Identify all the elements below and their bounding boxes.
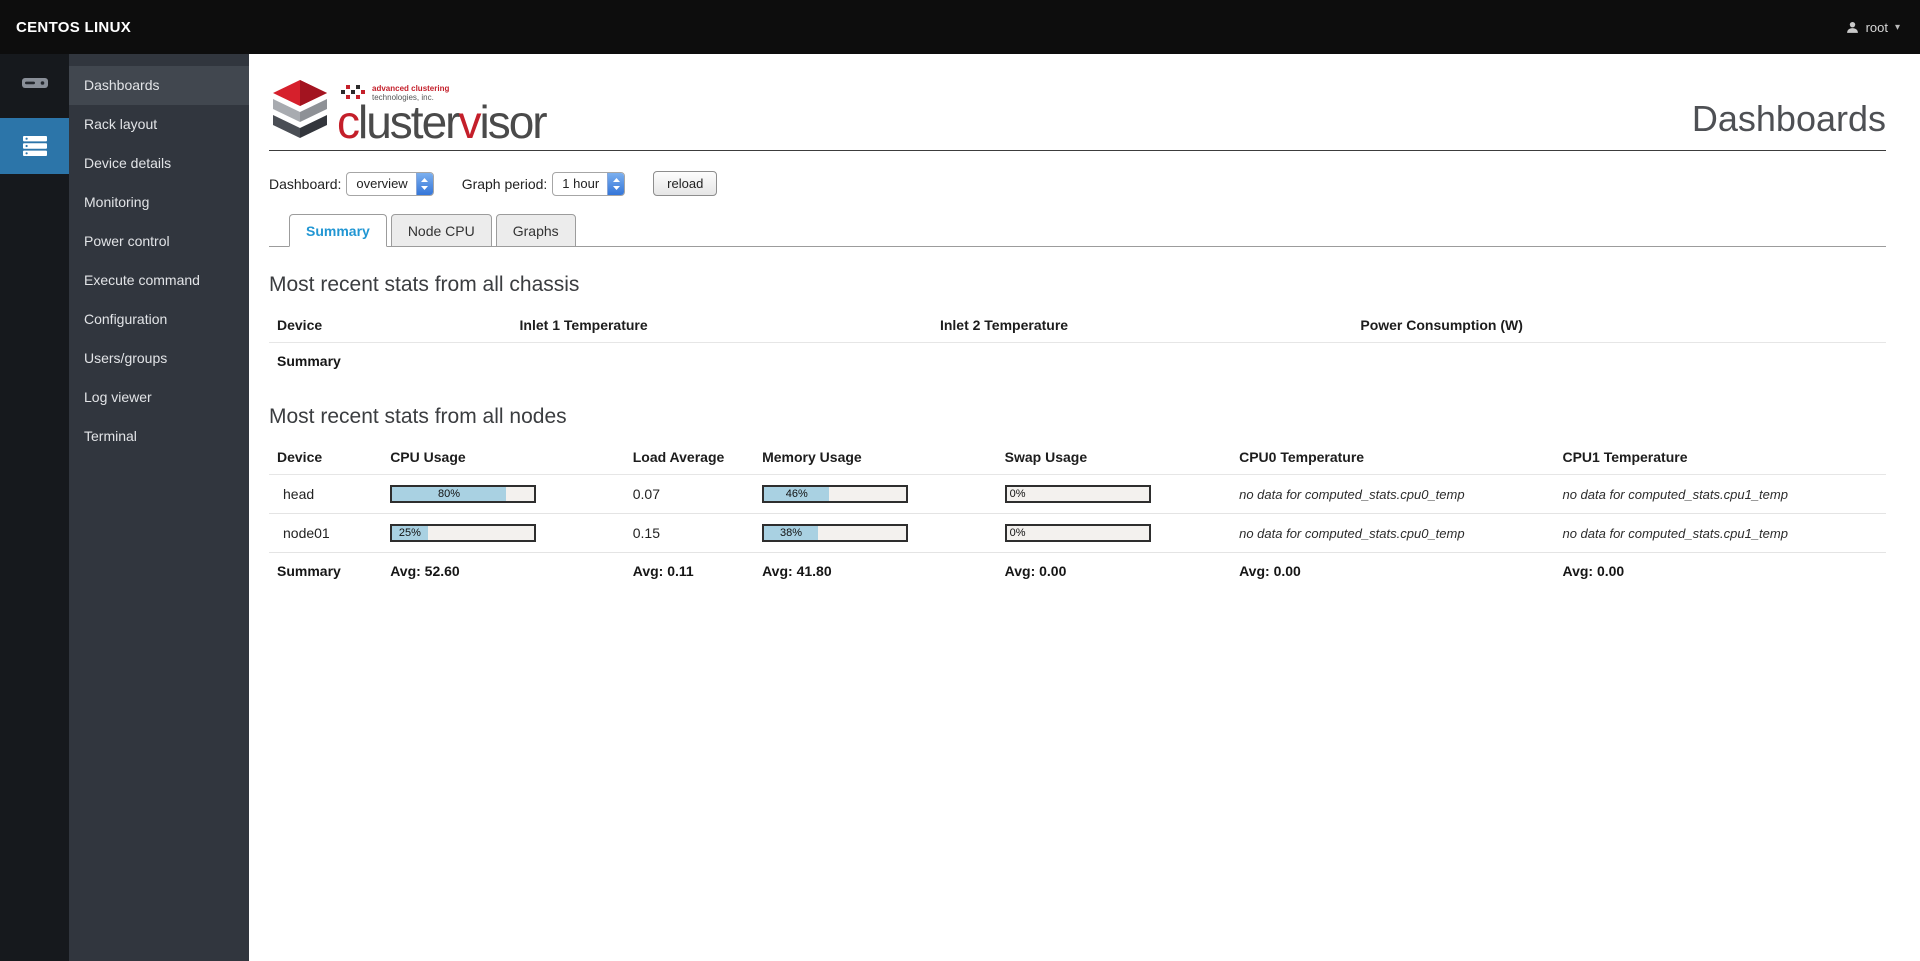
chassis-table-header: Device Inlet 1 Temperature Inlet 2 Tempe… — [269, 307, 1886, 343]
cpu0-temp-value: no data for computed_stats.cpu0_temp — [1239, 525, 1465, 541]
sidebar-item-terminal[interactable]: Terminal — [69, 417, 249, 456]
brand: CENTOS LINUX — [16, 18, 132, 36]
cpu1-temp-value: no data for computed_stats.cpu1_temp — [1562, 486, 1788, 502]
sidebar: Dashboards Rack layout Device details Mo… — [0, 54, 249, 961]
chassis-section-title: Most recent stats from all chassis — [269, 273, 580, 296]
sidebar-item-log-viewer[interactable]: Log viewer — [69, 378, 249, 417]
page-title: Dashboards — [1691, 98, 1886, 139]
cpu-usage-average: Avg: 52.60 — [390, 563, 460, 579]
device-name: node01 — [283, 525, 330, 541]
col-cpu-usage: CPU Usage — [382, 439, 625, 475]
swap-usage-value: 0% — [1009, 488, 1026, 500]
cpu1-temp-value: no data for computed_stats.cpu1_temp — [1562, 525, 1788, 541]
device-name: Summary — [277, 353, 341, 369]
col-device: Device — [269, 307, 512, 343]
col-load-average: Load Average — [624, 439, 755, 475]
sidebar-menu: Dashboards Rack layout Device details Mo… — [69, 54, 249, 961]
dashboard-select[interactable]: overview — [346, 171, 434, 196]
sidebar-item-users-groups[interactable]: Users/groups — [69, 339, 249, 378]
drive-icon[interactable] — [0, 66, 69, 100]
chassis-table: Device Inlet 1 Temperature Inlet 2 Tempe… — [269, 307, 1886, 379]
col-swap-usage: Swap Usage — [996, 439, 1232, 475]
load-average-value: 0.07 — [632, 486, 660, 502]
sidebar-item-device-details[interactable]: Device details — [69, 144, 249, 183]
load-average-avg: Avg: 0.11 — [632, 563, 694, 579]
sidebar-item-power-control[interactable]: Power control — [69, 222, 249, 261]
col-memory-usage: Memory Usage — [754, 439, 997, 475]
controls-row: Dashboard: overview Graph period: 1 hour… — [269, 171, 1886, 196]
nodes-section-title: Most recent stats from all nodes — [269, 405, 567, 428]
sidebar-item-rack-layout[interactable]: Rack layout — [69, 105, 249, 144]
memory-usage-value: 46% — [785, 488, 808, 500]
tab-summary[interactable]: Summary — [289, 214, 387, 247]
col-cpu0-temp: CPU0 Temperature — [1231, 439, 1555, 475]
graph-period-select-label: Graph period: — [461, 175, 548, 192]
reload-button[interactable]: reload — [653, 171, 718, 196]
sidebar-item-configuration[interactable]: Configuration — [69, 300, 249, 339]
sidebar-icon-strip — [0, 54, 69, 961]
memory-usage-value: 38% — [780, 527, 803, 539]
page-header: advanced clustering technologies, inc. c… — [269, 78, 1886, 151]
swap-usage-bar: 0% — [1004, 485, 1151, 503]
graph-period-select[interactable]: 1 hour — [552, 171, 626, 196]
cpu-usage-bar: 25% — [390, 524, 537, 542]
cluster-rack-icon[interactable] — [0, 118, 69, 174]
memory-usage-bar: 46% — [762, 485, 909, 503]
user-menu[interactable]: root ▾ — [1846, 20, 1900, 35]
graph-period-select-value: 1 hour — [562, 176, 600, 191]
nodes-table: Device CPU Usage Load Average Memory Usa… — [269, 439, 1886, 589]
memory-usage-avg: Avg: 41.80 — [762, 563, 832, 579]
device-name: Summary — [277, 563, 341, 579]
table-row-head: head 80% 0.07 46% 0% no data for compute… — [269, 475, 1886, 514]
app-layout: Dashboards Rack layout Device details Mo… — [0, 54, 1920, 961]
clustervisor-logo-icon — [269, 78, 331, 142]
tab-bar: Summary Node CPU Graphs — [269, 214, 1886, 247]
device-name: head — [283, 486, 315, 502]
dashboard-select-value: overview — [356, 176, 408, 191]
col-power-consumption: Power Consumption (W) — [1352, 307, 1886, 343]
cpu-usage-value: 25% — [398, 527, 421, 539]
cpu-usage-bar: 80% — [390, 485, 537, 503]
swap-usage-value: 0% — [1009, 527, 1026, 539]
sidebar-item-monitoring[interactable]: Monitoring — [69, 183, 249, 222]
swap-usage-bar: 0% — [1004, 524, 1151, 542]
main-content: advanced clustering technologies, inc. c… — [249, 54, 1920, 961]
memory-usage-bar: 38% — [762, 524, 909, 542]
nodes-table-header: Device CPU Usage Load Average Memory Usa… — [269, 439, 1886, 475]
topbar: CENTOS LINUX root ▾ — [0, 0, 1920, 54]
sidebar-item-dashboards[interactable]: Dashboards — [69, 66, 249, 105]
col-device: Device — [269, 439, 383, 475]
select-stepper-icon — [607, 172, 625, 195]
cpu-usage-value: 80% — [437, 488, 460, 500]
cpu0-temp-value: no data for computed_stats.cpu0_temp — [1239, 486, 1465, 502]
clustervisor-logo: advanced clustering technologies, inc. c… — [269, 78, 548, 149]
nodes-summary-row: Summary Avg: 52.60 Avg: 0.11 Avg: 41.80 … — [269, 553, 1886, 590]
col-inlet2-temp: Inlet 2 Temperature — [931, 307, 1353, 343]
cpu0-temp-avg: Avg: 0.00 — [1239, 563, 1301, 579]
swap-usage-avg: Avg: 0.00 — [1004, 563, 1067, 579]
dashboard-select-label: Dashboard: — [269, 175, 342, 192]
cpu1-temp-avg: Avg: 0.00 — [1562, 563, 1625, 579]
tab-graphs[interactable]: Graphs — [495, 214, 576, 247]
sidebar-item-execute-command[interactable]: Execute command — [69, 261, 249, 300]
load-average-value: 0.15 — [632, 525, 660, 541]
select-stepper-icon — [415, 172, 433, 195]
table-row-node01: node01 25% 0.15 38% 0% no data for compu… — [269, 514, 1886, 553]
col-inlet1-temp: Inlet 1 Temperature — [511, 307, 932, 343]
logo-tagline-1: advanced clustering — [372, 83, 450, 93]
col-cpu1-temp: CPU1 Temperature — [1554, 439, 1886, 475]
clustervisor-wordmark: clustervisor — [337, 96, 548, 149]
chassis-summary-row: Summary — [269, 343, 1886, 380]
user-name: root — [1865, 19, 1888, 35]
chevron-down-icon: ▾ — [1894, 21, 1900, 33]
user-icon — [1846, 21, 1859, 34]
tab-node-cpu[interactable]: Node CPU — [390, 214, 492, 247]
